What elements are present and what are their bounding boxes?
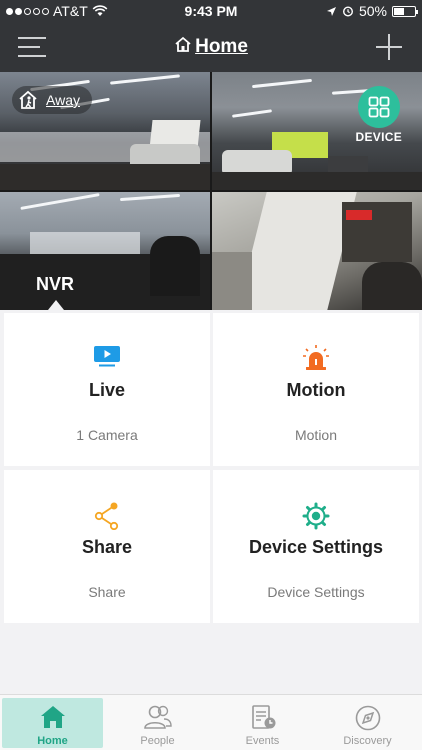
garage-door [237,192,357,310]
tile-icon-wrap [4,502,210,530]
monitor-play-icon [94,346,120,367]
share-tile[interactable]: Share Share [4,470,210,623]
camera-feed-3[interactable] [0,192,210,310]
camera-grid[interactable]: Away DEVICE NVR [0,72,422,310]
foreground-object [150,236,200,296]
wall-sign [346,210,372,220]
page-title[interactable]: Home [0,36,422,58]
motion-tile[interactable]: Motion Motion [213,313,419,466]
away-mode-label: Away [46,92,80,108]
gear-icon [302,502,330,530]
tile-subtitle: Motion [294,427,338,443]
live-tile[interactable]: Live 1 Camera [4,313,210,466]
device-grid-button[interactable] [358,86,400,128]
tile-icon-wrap [4,345,210,371]
tile-title: Motion [286,380,346,400]
status-bar: AT&T 9:43 PM 50% [0,0,422,22]
battery-icon [392,5,418,17]
discovery-icon [355,705,380,731]
floor [212,172,422,190]
tab-icon-wrap [317,704,418,732]
battery-fill [394,7,404,15]
tab-icon-wrap [2,704,103,732]
add-device-button[interactable] [376,34,402,60]
location-arrow-icon [326,6,336,16]
people-icon [143,705,172,729]
tile-subtitle: Share [88,584,126,600]
ceiling-light [20,193,100,210]
status-right: 50% [326,3,418,19]
tile-title: Share [81,537,133,557]
page-title-text: Home [195,36,248,57]
stairs [212,252,252,310]
tab-label: Events [245,735,280,747]
device-grid-icon [368,96,390,118]
tile-title: Device Settings [248,537,384,557]
share-icon [94,502,119,530]
ceiling-light [252,78,312,89]
tab-home[interactable]: Home [2,698,103,748]
app-root: AT&T 9:43 PM 50% Home Away DEVICE NVR Li… [0,0,422,750]
nvr-label[interactable]: NVR [36,274,74,295]
tab-events[interactable]: Events [212,698,313,748]
tile-subtitle: 1 Camera [76,427,138,443]
ceiling-light [119,193,181,202]
tab-icon-wrap [107,704,208,732]
tab-bar: Home People Events Discovery [0,694,422,750]
alarm-clock-icon [342,6,353,17]
battery-percent: 50% [358,3,387,19]
tab-discovery[interactable]: Discovery [317,698,418,748]
tab-label: Discovery [343,735,392,747]
away-mode-toggle[interactable]: Away [12,86,92,114]
tab-label: Home [37,735,68,747]
home-icon [40,706,65,728]
top-bar: AT&T 9:43 PM 50% Home [0,0,422,72]
tab-icon-wrap [212,704,313,732]
nav-bar: Home [0,22,422,72]
device-settings-tile[interactable]: Device Settings Device Settings [213,470,419,623]
tile-title: Live [88,380,126,400]
nvr-pointer [48,300,64,310]
ceiling-light [231,109,273,118]
tile-icon-wrap [213,345,419,371]
home-outline-icon [175,36,191,52]
tab-label: People [140,735,175,747]
away-mode-icon [19,90,37,109]
tab-people[interactable]: People [107,698,208,748]
device-label[interactable]: DEVICE [356,130,402,144]
events-icon [251,705,275,729]
vehicle [362,262,422,310]
alarm-light-icon [303,345,329,370]
tile-icon-wrap [213,502,419,530]
camera-feed-4[interactable] [212,192,422,310]
ceiling-light [110,74,180,85]
floor [0,164,210,190]
tile-subtitle: Device Settings [267,584,365,600]
